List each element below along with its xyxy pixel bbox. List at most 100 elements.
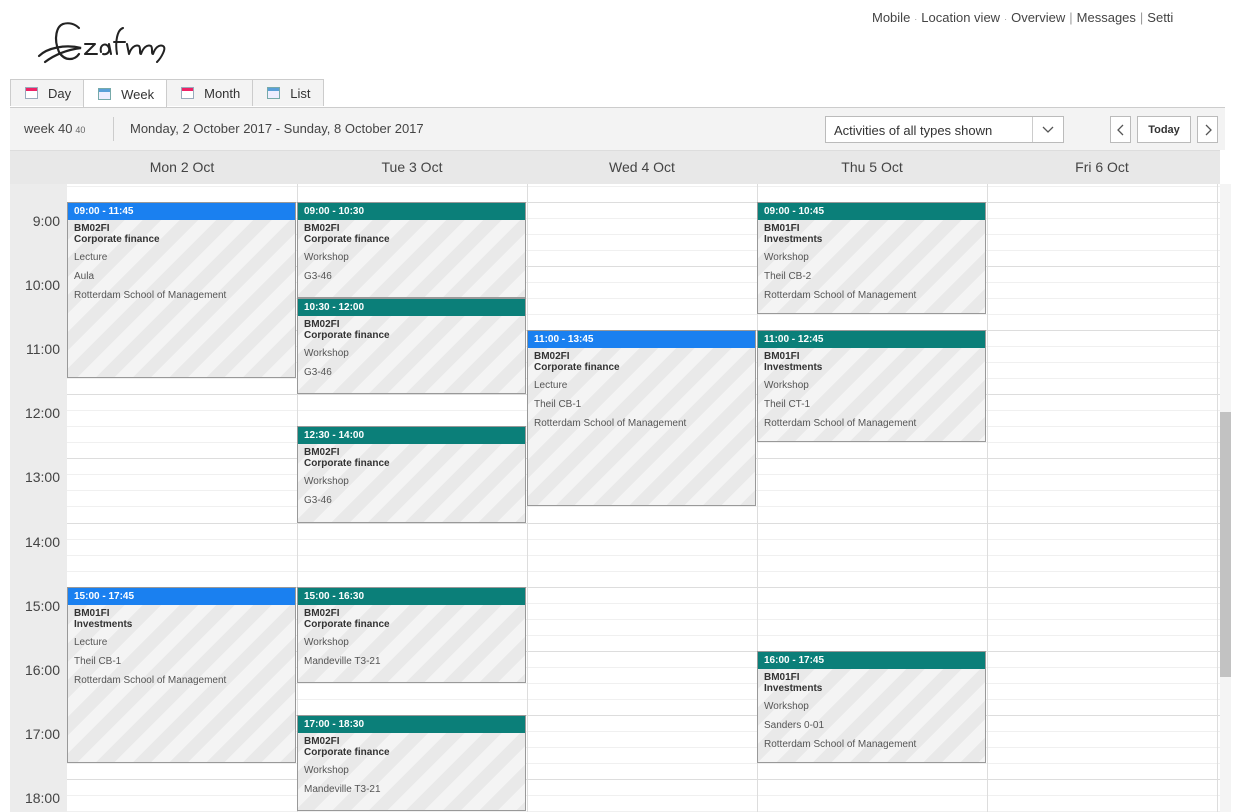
event-room: G3-46: [304, 495, 332, 506]
top-link-setti[interactable]: Setti: [1147, 10, 1173, 25]
next-week-button[interactable]: [1197, 116, 1218, 143]
time-column: 9:00 10:00 11:00 12:00 13:00 14:00 15:00 16:00 1…: [10, 184, 67, 812]
event-time: 12:30 - 14:00: [298, 427, 525, 444]
calendar-event[interactable]: 15:00 - 16:30 BM02FI Corporate finance Work…: [297, 587, 526, 683]
list-icon: [267, 87, 281, 99]
week-number: week 40 40: [24, 121, 86, 136]
scrollbar-thumb[interactable]: [1220, 412, 1231, 677]
quarter-line: [67, 186, 1220, 187]
today-button[interactable]: Today: [1137, 116, 1191, 143]
event-type: Workshop: [304, 637, 349, 648]
event-location: Rotterdam School of Management: [74, 290, 227, 301]
event-course-name: Investments: [764, 362, 823, 373]
quarter-line: [67, 506, 1220, 507]
event-course-code: BM01FI: [74, 608, 110, 619]
tab-label: Week: [121, 86, 155, 102]
event-time: 11:00 - 12:45: [758, 331, 985, 348]
tab-month[interactable]: Month: [166, 79, 254, 106]
tab-week[interactable]: Week: [83, 79, 168, 108]
event-course-code: BM02FI: [304, 447, 340, 458]
calendar-event[interactable]: 17:00 - 18:30 BM02FI Corporate finance Work…: [297, 715, 526, 811]
event-time: 09:00 - 11:45: [68, 203, 295, 220]
event-time: 10:30 - 12:00: [298, 299, 525, 316]
event-course-code: BM02FI: [74, 223, 110, 234]
scrollbar[interactable]: [1220, 184, 1231, 812]
quarter-line: [67, 795, 1220, 796]
event-time: 17:00 - 18:30: [298, 716, 525, 733]
event-location: Rotterdam School of Management: [74, 675, 227, 686]
chevron-right-icon: [1205, 124, 1212, 135]
calendar-event[interactable]: 09:00 - 10:45 BM01FI Investments Workshop Th…: [757, 202, 986, 314]
event-location: Rotterdam School of Management: [764, 290, 917, 301]
view-tabs: Day Week Month List: [10, 79, 324, 108]
hour-label: 12:00: [24, 405, 60, 421]
hour-label: 9:00: [32, 213, 60, 229]
event-course-name: Investments: [764, 234, 823, 245]
event-room: Theil CB-1: [74, 656, 122, 667]
event-course-name: Corporate finance: [304, 619, 390, 630]
day-headers: Mon 2 Oct Tue 3 Oct Wed 4 Oct Thu 5 Oct Fri …: [10, 150, 1220, 184]
event-room: Aula: [74, 271, 95, 282]
calendar-event[interactable]: 10:30 - 12:00 BM02FI Corporate finance Work…: [297, 298, 526, 394]
top-link-messages[interactable]: Messages: [1077, 10, 1136, 25]
event-type: Workshop: [764, 252, 809, 263]
divider: [113, 117, 114, 141]
quarter-line: [67, 555, 1220, 556]
event-course-name: Corporate finance: [304, 234, 390, 245]
hour-label: 16:00: [24, 662, 60, 678]
calendar-event[interactable]: 12:30 - 14:00 BM02FI Corporate finance Work…: [297, 426, 526, 523]
event-room: Mandeville T3-21: [304, 656, 381, 667]
day-header: Wed 4 Oct: [609, 159, 675, 175]
calendar-day-icon: [25, 87, 38, 99]
top-link-mobile[interactable]: Mobile: [872, 10, 910, 25]
event-course-name: Investments: [74, 619, 133, 630]
event-type: Workshop: [764, 701, 809, 712]
day-header: Mon 2 Oct: [149, 159, 215, 175]
calendar-event[interactable]: 16:00 - 17:45 BM01FI Investments Workshop Sa…: [757, 651, 986, 763]
column-separator: [987, 184, 988, 812]
link-separator: |: [1139, 10, 1144, 25]
calendar-event[interactable]: 15:00 - 17:45 BM01FI Investments Lecture The…: [67, 587, 296, 763]
event-type: Workshop: [304, 476, 349, 487]
activity-filter-value: Activities of all types shown: [834, 123, 993, 138]
event-course-name: Corporate finance: [304, 747, 390, 758]
top-link-overview[interactable]: Overview: [1011, 10, 1065, 25]
event-type: Lecture: [74, 637, 108, 648]
tab-day[interactable]: Day: [10, 79, 85, 106]
week-grid: 9:00 10:00 11:00 12:00 13:00 14:00 15:00 16:00 1…: [10, 184, 1220, 812]
calendar-event[interactable]: 11:00 - 12:45 BM01FI Investments Workshop Th…: [757, 330, 986, 442]
toolbar: week 40 40 Monday, 2 October 2017 - Sunda…: [10, 107, 1225, 150]
event-course-code: BM02FI: [534, 351, 570, 362]
event-type: Workshop: [304, 348, 349, 359]
event-course-name: Corporate finance: [74, 234, 160, 245]
event-time: 15:00 - 17:45: [68, 588, 295, 605]
calendar-event[interactable]: 11:00 - 13:45 BM02FI Corporate finance Lect…: [527, 330, 756, 506]
event-course-code: BM01FI: [764, 351, 800, 362]
hour-line: [67, 523, 1220, 524]
calendar-event[interactable]: 09:00 - 10:30 BM02FI Corporate finance Work…: [297, 202, 526, 298]
event-time: 09:00 - 10:45: [758, 203, 985, 220]
tab-label: List: [290, 85, 311, 101]
event-course-code: BM02FI: [304, 608, 340, 619]
quarter-line: [67, 571, 1220, 572]
event-type: Workshop: [304, 765, 349, 776]
quarter-line: [67, 539, 1220, 540]
day-header: Tue 3 Oct: [381, 159, 443, 175]
event-room: G3-46: [304, 367, 332, 378]
event-type: Lecture: [74, 252, 108, 263]
top-link-location-view[interactable]: Location view: [921, 10, 1000, 25]
previous-week-button[interactable]: [1110, 116, 1131, 143]
tab-list[interactable]: List: [252, 79, 324, 106]
hour-label: 17:00: [24, 726, 60, 742]
calendar-week-icon: [98, 88, 112, 100]
date-range: Monday, 2 October 2017 - Sunday, 8 Octob…: [130, 121, 424, 136]
top-links: Mobile · Location view · Overview | Messages | S…: [872, 10, 1235, 28]
link-separator: ·: [914, 13, 918, 24]
chevron-down-icon[interactable]: [1032, 117, 1063, 142]
activity-filter-select[interactable]: Activities of all types shown: [825, 116, 1064, 143]
event-location: Rotterdam School of Management: [764, 418, 917, 429]
event-type: Lecture: [534, 380, 568, 391]
tab-label: Month: [204, 85, 241, 101]
event-type: Workshop: [764, 380, 809, 391]
calendar-event[interactable]: 09:00 - 11:45 BM02FI Corporate finance Lect…: [67, 202, 296, 378]
